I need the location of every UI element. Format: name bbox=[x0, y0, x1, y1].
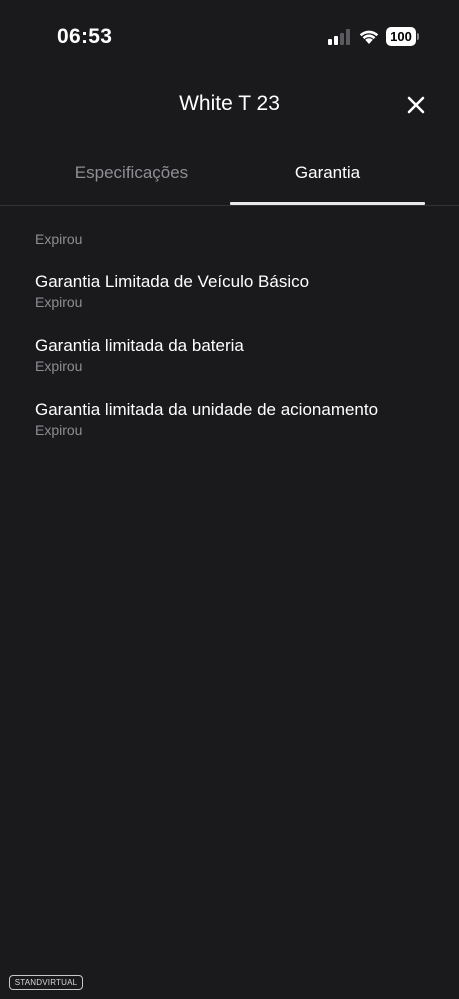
battery-level: 100 bbox=[386, 27, 416, 46]
warranty-title: Garantia limitada da unidade de acioname… bbox=[35, 400, 379, 419]
warranty-status: Expirou bbox=[35, 422, 83, 438]
close-button[interactable] bbox=[403, 92, 429, 118]
status-time: 06:53 bbox=[57, 25, 113, 48]
wifi-icon bbox=[359, 30, 379, 44]
overall-warranty-status: Expirou bbox=[35, 231, 83, 247]
selected-tab-indicator bbox=[230, 202, 425, 205]
warranty-status: Expirou bbox=[35, 294, 83, 310]
cellular-signal-icon bbox=[328, 29, 350, 45]
watermark-logo: STANDVIRTUAL bbox=[9, 975, 83, 990]
status-bar: 06:53 100 bbox=[0, 0, 459, 76]
warranty-item-battery: Garantia limitada da bateria Expirou bbox=[35, 335, 435, 399]
close-icon bbox=[407, 96, 425, 114]
warranty-item-drive-unit: Garantia limitada da unidade de acioname… bbox=[35, 399, 435, 463]
battery-nub bbox=[417, 33, 419, 40]
warranty-item-basic-vehicle: Garantia Limitada de Veículo Básico Expi… bbox=[35, 271, 435, 335]
warranty-status: Expirou bbox=[35, 358, 83, 374]
tab-especificacoes[interactable]: Especificações bbox=[34, 150, 229, 206]
tab-garantia[interactable]: Garantia bbox=[230, 150, 425, 206]
battery-icon: 100 bbox=[386, 27, 420, 46]
page-title: White T 23 bbox=[179, 92, 280, 115]
warranty-title: Garantia limitada da bateria bbox=[35, 336, 244, 355]
tab-bar: Especificações Garantia bbox=[0, 150, 459, 206]
warranty-title: Garantia Limitada de Veículo Básico bbox=[35, 272, 310, 291]
warranty-list: Expirou Garantia Limitada de Veículo Bás… bbox=[35, 231, 435, 463]
